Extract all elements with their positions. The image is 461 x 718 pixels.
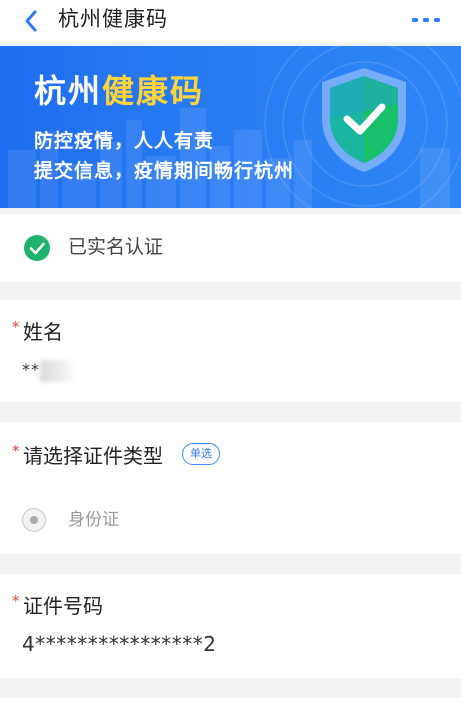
check-circle-icon	[24, 235, 50, 261]
top-nav-bar: 杭州健康码	[0, 0, 461, 42]
next-field-card	[0, 698, 461, 718]
more-dots-icon	[412, 18, 440, 22]
single-choice-badge: 单选	[182, 443, 220, 465]
name-value: **	[22, 360, 40, 379]
shield-check-icon	[322, 68, 406, 172]
page-title: 杭州健康码	[58, 7, 168, 31]
banner-brand-title: 杭州健康码	[34, 66, 204, 112]
required-mark: *	[12, 318, 20, 336]
id-number-label: 证件号码	[23, 594, 103, 618]
verified-status-text: 已实名认证	[68, 236, 164, 258]
health-code-banner: 杭州健康码 防控疫情，人人有责 提交信息，疫情期间畅行杭州	[0, 46, 461, 208]
name-label: 姓名	[23, 320, 63, 344]
chevron-left-icon	[25, 10, 37, 32]
verified-status-card: 已实名认证	[0, 214, 461, 282]
required-mark: *	[12, 442, 20, 460]
brand-code-text: 健康码	[102, 72, 205, 110]
brand-city-text: 杭州	[34, 72, 103, 110]
name-blur-mask	[40, 360, 76, 382]
radio-option-label: 身份证	[68, 510, 119, 530]
banner-slogan-2: 提交信息，疫情期间畅行杭州	[34, 160, 295, 182]
back-button[interactable]	[16, 6, 46, 36]
id-type-field-card: * 请选择证件类型 单选 身份证	[0, 422, 461, 554]
required-mark: *	[12, 592, 20, 610]
radio-selected-dot	[30, 516, 38, 524]
id-number-value: 4****************2	[22, 632, 217, 656]
id-type-option-id-card[interactable]: 身份证	[22, 508, 182, 534]
id-type-label: 请选择证件类型	[23, 444, 163, 468]
id-number-field-card: * 证件号码 4****************2	[0, 574, 461, 678]
radio-button[interactable]	[22, 508, 46, 532]
name-field-card: * 姓名 **	[0, 300, 461, 402]
banner-slogan-1: 防控疫情，人人有责	[34, 130, 215, 152]
more-menu-button[interactable]	[409, 8, 443, 32]
